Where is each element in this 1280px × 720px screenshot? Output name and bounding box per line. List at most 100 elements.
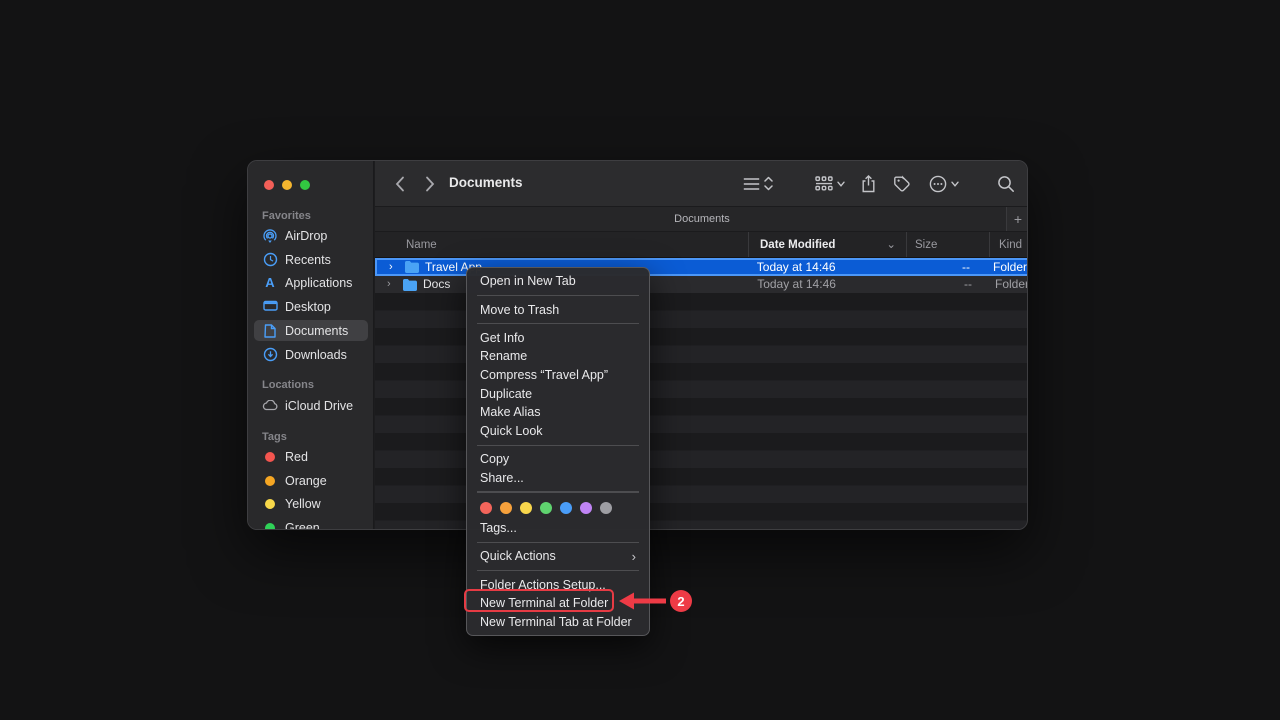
tab-documents[interactable]: Documents [375, 207, 1028, 231]
window-controls [264, 180, 310, 190]
share-icon [861, 175, 876, 193]
menu-item-label: Tags... [480, 521, 517, 535]
orange-tag-swatch[interactable] [500, 502, 512, 514]
yellow-tag-icon [265, 499, 275, 509]
sidebar-item-tag-red[interactable]: Red [254, 446, 368, 467]
chevron-left-icon [395, 176, 405, 192]
sidebar-item-label: Yellow [285, 497, 321, 511]
minimize-button[interactable] [282, 180, 292, 190]
sidebar-section-favorites: Favorites [262, 210, 311, 223]
blue-tag-swatch[interactable] [560, 502, 572, 514]
tag-icon [893, 175, 911, 193]
menu-item-label: Duplicate [480, 387, 532, 401]
step-badge: 2 [670, 590, 692, 612]
file-kind: Folder [984, 260, 1027, 274]
sidebar-item-label: Red [285, 450, 308, 464]
column-header-label: Date Modified [760, 232, 835, 258]
column-headers: Name Date Modified ⌄ Size Kind [375, 232, 1028, 258]
menu-item-get-info[interactable]: Get Info [467, 328, 649, 347]
cloud-icon [262, 398, 278, 414]
view-options-button[interactable] [743, 173, 773, 194]
file-kind: Folder [986, 277, 1028, 291]
sidebar-item-airdrop[interactable]: AirDrop [254, 225, 368, 246]
menu-item-label: Quick Actions [480, 549, 556, 563]
yellow-tag-swatch[interactable] [520, 502, 532, 514]
context-menu: Open in New Tab Move to Trash Get Info R… [466, 267, 650, 636]
disclosure-chevron-icon[interactable]: › [387, 278, 397, 290]
file-date: Today at 14:46 [746, 277, 903, 291]
folder-icon [404, 260, 419, 273]
sidebar-item-label: AirDrop [285, 229, 327, 243]
column-header-size[interactable]: Size [906, 232, 989, 257]
search-button[interactable] [997, 173, 1015, 194]
menu-item-make-alias[interactable]: Make Alias [467, 403, 649, 422]
sidebar-item-documents[interactable]: Documents [254, 320, 368, 341]
group-by-button[interactable] [815, 173, 845, 194]
sidebar-item-label: Documents [285, 324, 348, 338]
menu-item-label: Make Alias [480, 405, 540, 419]
menu-item-tags[interactable]: Tags... [467, 519, 649, 538]
menu-item-quick-actions[interactable]: Quick Actions › [467, 547, 649, 566]
clock-icon [262, 252, 278, 268]
sidebar-item-label: Recents [285, 253, 331, 267]
tab-bar: Documents + [375, 206, 1028, 232]
submenu-chevron-icon: › [632, 549, 636, 564]
sidebar-item-label: Downloads [285, 348, 347, 362]
purple-tag-swatch[interactable] [580, 502, 592, 514]
column-header-name[interactable]: Name [375, 239, 748, 251]
menu-separator [477, 570, 639, 572]
menu-item-label: Quick Look [480, 424, 543, 438]
sidebar-item-applications[interactable]: A Applications [254, 272, 368, 293]
red-tag-swatch[interactable] [480, 502, 492, 514]
file-size: -- [902, 260, 984, 274]
sidebar-item-label: Green [285, 521, 320, 531]
highlight-box [464, 589, 614, 612]
menu-separator [477, 295, 639, 297]
share-button[interactable] [861, 173, 876, 194]
new-tab-button[interactable]: + [1006, 207, 1028, 231]
menu-item-move-to-trash[interactable]: Move to Trash [467, 300, 649, 319]
disclosure-chevron-icon[interactable]: › [389, 261, 399, 273]
column-header-kind[interactable]: Kind [989, 232, 1028, 257]
sidebar-section-locations: Locations [262, 379, 314, 392]
tag-button[interactable] [893, 173, 911, 194]
chevron-down-icon [951, 181, 959, 187]
menu-item-label: Share... [480, 471, 524, 485]
sidebar-item-label: iCloud Drive [285, 399, 353, 413]
sidebar-item-tag-green[interactable]: Green [254, 517, 368, 530]
menu-item-copy[interactable]: Copy [467, 450, 649, 469]
green-tag-swatch[interactable] [540, 502, 552, 514]
file-size: -- [903, 277, 986, 291]
group-grid-icon [815, 176, 833, 191]
sidebar-item-desktop[interactable]: Desktop [254, 296, 368, 317]
sidebar-item-icloud-drive[interactable]: iCloud Drive [254, 395, 368, 416]
sidebar-item-tag-orange[interactable]: Orange [254, 470, 368, 491]
sidebar-item-downloads[interactable]: Downloads [254, 344, 368, 365]
menu-item-compress[interactable]: Compress “Travel App” [467, 366, 649, 385]
zoom-button[interactable] [300, 180, 310, 190]
menu-item-new-terminal-tab-at-folder[interactable]: New Terminal Tab at Folder [467, 613, 649, 632]
desktop-background: Favorites AirDrop Recents A Applications [0, 0, 1280, 720]
back-button[interactable] [391, 174, 409, 193]
chevron-down-icon [837, 181, 845, 187]
sidebar: Favorites AirDrop Recents A Applications [248, 161, 374, 529]
folder-icon [402, 278, 417, 291]
menu-item-rename[interactable]: Rename [467, 347, 649, 366]
menu-item-label: Move to Trash [480, 303, 559, 317]
menu-item-share[interactable]: Share... [467, 469, 649, 488]
chevron-right-icon [425, 176, 435, 192]
menu-separator [477, 491, 639, 493]
menu-separator [477, 323, 639, 325]
menu-item-duplicate[interactable]: Duplicate [467, 384, 649, 403]
sidebar-item-tag-yellow[interactable]: Yellow [254, 493, 368, 514]
more-circle-icon [929, 175, 947, 193]
forward-button[interactable] [421, 174, 439, 193]
more-options-button[interactable] [929, 173, 959, 194]
column-header-date-modified[interactable]: Date Modified ⌄ [748, 232, 906, 257]
menu-item-quick-look[interactable]: Quick Look [467, 422, 649, 441]
menu-item-open-in-new-tab[interactable]: Open in New Tab [467, 272, 649, 291]
sidebar-item-recents[interactable]: Recents [254, 249, 368, 270]
menu-item-label: Rename [480, 349, 527, 363]
gray-tag-swatch[interactable] [600, 502, 612, 514]
close-button[interactable] [264, 180, 274, 190]
